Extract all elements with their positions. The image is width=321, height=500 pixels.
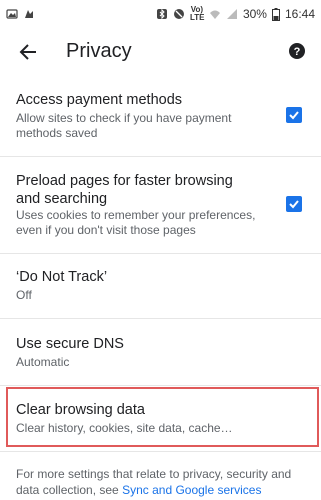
mute-icon bbox=[173, 9, 184, 19]
page-title: Privacy bbox=[66, 40, 132, 62]
check-icon bbox=[289, 200, 299, 209]
wifi-icon bbox=[209, 10, 220, 19]
status-bar: Vo) LTE 30% 16:44 bbox=[0, 0, 321, 28]
clock: 16:44 bbox=[284, 7, 315, 21]
divider bbox=[0, 385, 321, 386]
item-title: ‘Do Not Track’ bbox=[16, 269, 108, 285]
item-subtitle: Uses cookies to remember your preference… bbox=[16, 208, 256, 237]
setting-secure-dns[interactable]: Use secure DNS Automatic bbox=[0, 335, 321, 375]
app-bar: Privacy ? bbox=[0, 30, 321, 74]
svg-text:?: ? bbox=[294, 46, 301, 58]
sync-and-google-services-link[interactable]: Sync and Google services bbox=[122, 483, 261, 497]
item-subtitle: Automatic bbox=[16, 355, 70, 369]
back-button[interactable] bbox=[14, 38, 42, 66]
volte-label: Vo) LTE bbox=[189, 5, 205, 22]
item-subtitle: Clear history, cookies, site data, cache… bbox=[16, 421, 233, 435]
setting-clear-browsing-data[interactable]: Clear browsing data Clear history, cooki… bbox=[0, 401, 321, 441]
signal-icon bbox=[226, 9, 237, 19]
check-icon bbox=[289, 111, 299, 120]
help-icon: ? bbox=[289, 43, 305, 59]
divider bbox=[0, 156, 321, 157]
item-title: Preload pages for faster browsing and se… bbox=[16, 173, 233, 207]
item-title: Clear browsing data bbox=[16, 402, 145, 418]
setting-access-payment-methods[interactable]: Access payment methods Allow sites to ch… bbox=[0, 88, 321, 148]
battery-percent: 30% bbox=[242, 7, 267, 21]
arrow-back-icon bbox=[19, 44, 36, 60]
notification-icon bbox=[25, 10, 33, 18]
bluetooth-icon bbox=[156, 8, 167, 20]
item-subtitle: Off bbox=[16, 288, 32, 302]
battery-icon bbox=[271, 7, 280, 21]
item-title: Use secure DNS bbox=[16, 336, 124, 352]
help-button[interactable]: ? bbox=[286, 40, 308, 62]
divider bbox=[0, 318, 321, 319]
setting-preload-pages[interactable]: Preload pages for faster browsing and se… bbox=[0, 172, 321, 242]
checkbox-access-payment-methods[interactable] bbox=[286, 107, 302, 123]
item-subtitle: Allow sites to check if you have payment… bbox=[16, 111, 232, 140]
footer-note: For more settings that relate to privacy… bbox=[16, 466, 311, 498]
divider bbox=[0, 253, 321, 254]
image-icon bbox=[6, 9, 18, 19]
divider bbox=[0, 451, 321, 452]
setting-do-not-track[interactable]: ‘Do Not Track’ Off bbox=[0, 268, 321, 308]
item-title: Access payment methods bbox=[16, 92, 183, 108]
checkbox-preload-pages[interactable] bbox=[286, 196, 302, 212]
